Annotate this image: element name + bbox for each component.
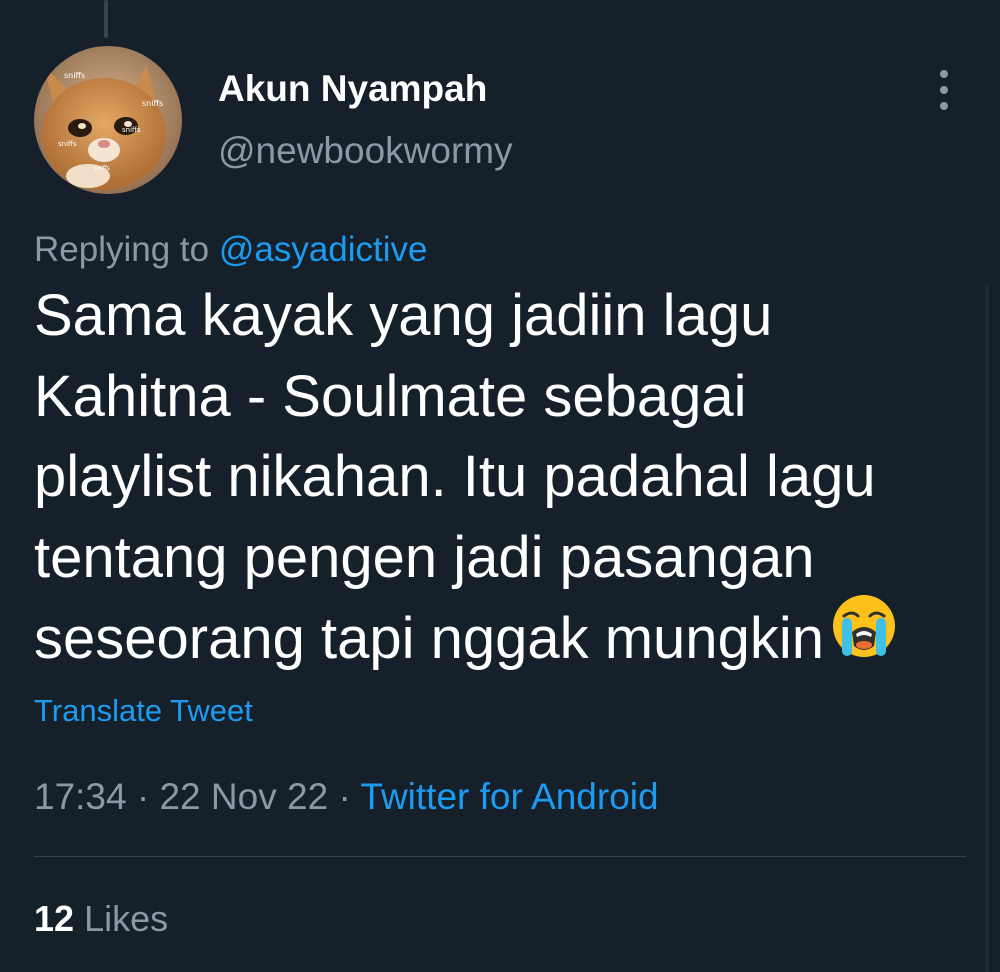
translate-tweet-link[interactable]: Translate Tweet: [34, 693, 253, 729]
tweet-text-line: playlist nikahan. Itu padahal lagu: [34, 444, 876, 509]
tweet-text-line: Sama kayak yang jadiin lagu: [34, 283, 773, 348]
svg-text:sniffs: sniffs: [64, 71, 85, 80]
tweet-source-link[interactable]: Twitter for Android: [360, 776, 658, 817]
display-name[interactable]: Akun Nyampah: [218, 68, 487, 110]
thread-connector-line: [104, 0, 108, 38]
tweet-text-line: seseorang tapi nggak mungkin: [34, 606, 824, 672]
svg-text:sniffs: sniffs: [58, 140, 77, 148]
avatar[interactable]: sniffs sniffs sniffs sniffs sniffs: [34, 46, 182, 194]
more-options-icon[interactable]: [930, 70, 958, 110]
replying-to-line: Replying to @asyadictive: [34, 230, 428, 270]
svg-text:sniffs: sniffs: [142, 99, 163, 108]
more-dot: [940, 102, 948, 110]
loudly-crying-face-icon: [830, 592, 898, 682]
likes-count: 12: [34, 898, 75, 939]
likes-stat[interactable]: 12 Likes: [34, 898, 168, 940]
tweet-text-line: Kahitna - Soulmate sebagai: [34, 363, 747, 429]
tweet-date[interactable]: 22 Nov 22: [159, 776, 328, 817]
scrollbar-track: [985, 285, 989, 972]
user-handle[interactable]: @newbookwormy: [218, 130, 513, 172]
svg-text:sniffs: sniffs: [94, 165, 110, 172]
replying-to-label: Replying to: [34, 230, 210, 269]
svg-text:sniffs: sniffs: [122, 126, 141, 134]
tweet-meta: 17:34 · 22 Nov 22 · Twitter for Android: [34, 776, 659, 818]
more-dot: [940, 70, 948, 78]
more-dot: [940, 86, 948, 94]
tweet-text-line-last: seseorang tapi nggak mungkin: [34, 595, 964, 688]
reply-mention-link[interactable]: @asyadictive: [219, 230, 428, 269]
divider: [34, 856, 966, 857]
meta-separator: ·: [338, 776, 351, 817]
tweet-time[interactable]: 17:34: [34, 776, 127, 817]
tweet-text-line: tentang pengen jadi pasangan: [34, 524, 815, 590]
tweet-text: Sama kayak yang jadiin lagu Kahitna - So…: [34, 276, 964, 688]
meta-separator: ·: [136, 776, 150, 817]
cat-avatar-image: sniffs sniffs sniffs sniffs sniffs: [34, 46, 182, 194]
likes-label: Likes: [84, 898, 169, 939]
